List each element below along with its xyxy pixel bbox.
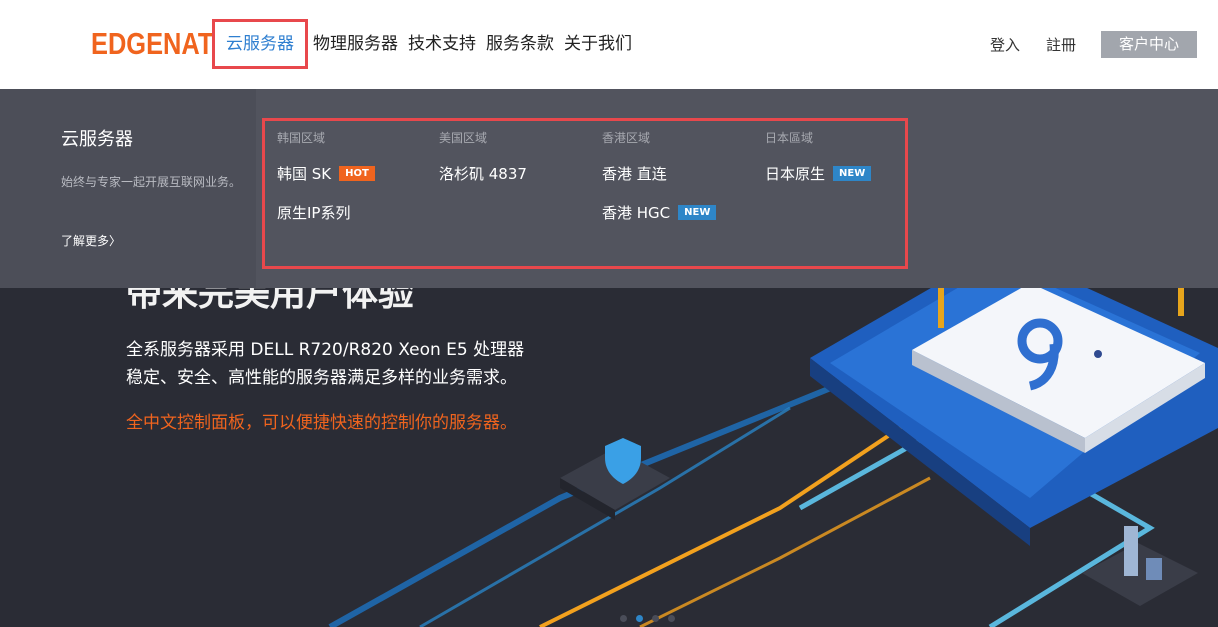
product-link-native-ip[interactable]: 原生IP系列 <box>277 202 375 222</box>
carousel-dot[interactable] <box>652 615 659 622</box>
new-badge: NEW <box>833 165 872 181</box>
product-label: 香港 HGC <box>602 203 671 222</box>
auth-links: 登入 註冊 客户中心 <box>990 31 1198 58</box>
new-badge: NEW <box>678 204 717 220</box>
region-column-us: 美国区域 洛杉矶 4837 <box>439 129 527 183</box>
product-label: 香港 直连 <box>602 164 667 183</box>
nav-item-terms[interactable]: 服务条款 <box>481 21 559 67</box>
region-title: 香港区域 <box>602 131 651 145</box>
hero-description-line-1: 全系服务器采用 DELL R720/R820 Xeon E5 处理器 <box>126 340 525 360</box>
dropdown-side-panel: 云服务器 始终与专家一起开展互联网业务。 了解更多〉 <box>0 89 256 288</box>
hero-description-line-2: 稳定、安全、高性能的服务器满足多样的业务需求。 <box>126 368 517 388</box>
login-link[interactable]: 登入 <box>990 34 1020 55</box>
logo[interactable]: EDGENAT <box>91 26 213 62</box>
learn-more-link[interactable]: 了解更多〉 <box>61 232 121 249</box>
product-label: 原生IP系列 <box>277 203 351 222</box>
nav-item-cloud-server[interactable]: 云服务器 <box>212 19 308 69</box>
product-label: 洛杉矶 4837 <box>439 164 527 183</box>
main-nav: 云服务器 物理服务器 技术支持 服务条款 关于我们 <box>212 19 637 69</box>
hero-banner: 带来完美用户体验 全系服务器采用 DELL R720/R820 Xeon E5 … <box>0 288 1218 627</box>
product-label: 日本原生 <box>765 164 826 183</box>
region-title: 日本區域 <box>765 131 814 145</box>
hero-title: 带来完美用户体验 <box>126 288 415 314</box>
product-link-korea-sk[interactable]: 韩国 SK HOT <box>277 163 375 183</box>
dropdown-side-title: 云服务器 <box>61 129 133 150</box>
top-navbar: EDGENAT 云服务器 物理服务器 技术支持 服务条款 关于我们 登入 註冊 … <box>0 0 1218 89</box>
region-title: 韩国区域 <box>277 131 326 145</box>
product-label: 韩国 SK <box>277 164 332 183</box>
product-link-hk-direct[interactable]: 香港 直连 <box>602 163 716 183</box>
region-column-japan: 日本區域 日本原生 NEW <box>765 129 872 183</box>
nav-item-tech-support[interactable]: 技术支持 <box>403 21 481 67</box>
carousel-dot[interactable] <box>620 615 627 622</box>
region-column-hongkong: 香港区域 香港 直连 香港 HGC NEW <box>602 129 717 222</box>
product-link-la-4837[interactable]: 洛杉矶 4837 <box>439 163 527 183</box>
client-center-button[interactable]: 客户中心 <box>1101 31 1198 58</box>
dropdown-side-description: 始终与专家一起开展互联网业务。 <box>61 175 242 189</box>
region-column-korea: 韩国区域 韩国 SK HOT 原生IP系列 <box>277 129 375 222</box>
hot-badge: HOT <box>339 165 375 181</box>
product-link-japan-native[interactable]: 日本原生 NEW <box>765 163 872 183</box>
carousel-dots <box>620 615 684 622</box>
carousel-dot-active[interactable] <box>636 615 643 622</box>
hero-highlight-text: 全中文控制面板，可以便捷快速的控制你的服务器。 <box>126 413 517 433</box>
register-link[interactable]: 註冊 <box>1046 34 1076 55</box>
cloud-server-dropdown: 云服务器 始终与专家一起开展互联网业务。 了解更多〉 韩国区域 韩国 SK HO… <box>0 89 1218 288</box>
product-link-hk-hgc[interactable]: 香港 HGC NEW <box>602 202 717 222</box>
carousel-dot[interactable] <box>668 615 675 622</box>
region-title: 美国区域 <box>439 131 488 145</box>
nav-item-physical-server[interactable]: 物理服务器 <box>308 21 403 67</box>
nav-item-about[interactable]: 关于我们 <box>559 21 637 67</box>
